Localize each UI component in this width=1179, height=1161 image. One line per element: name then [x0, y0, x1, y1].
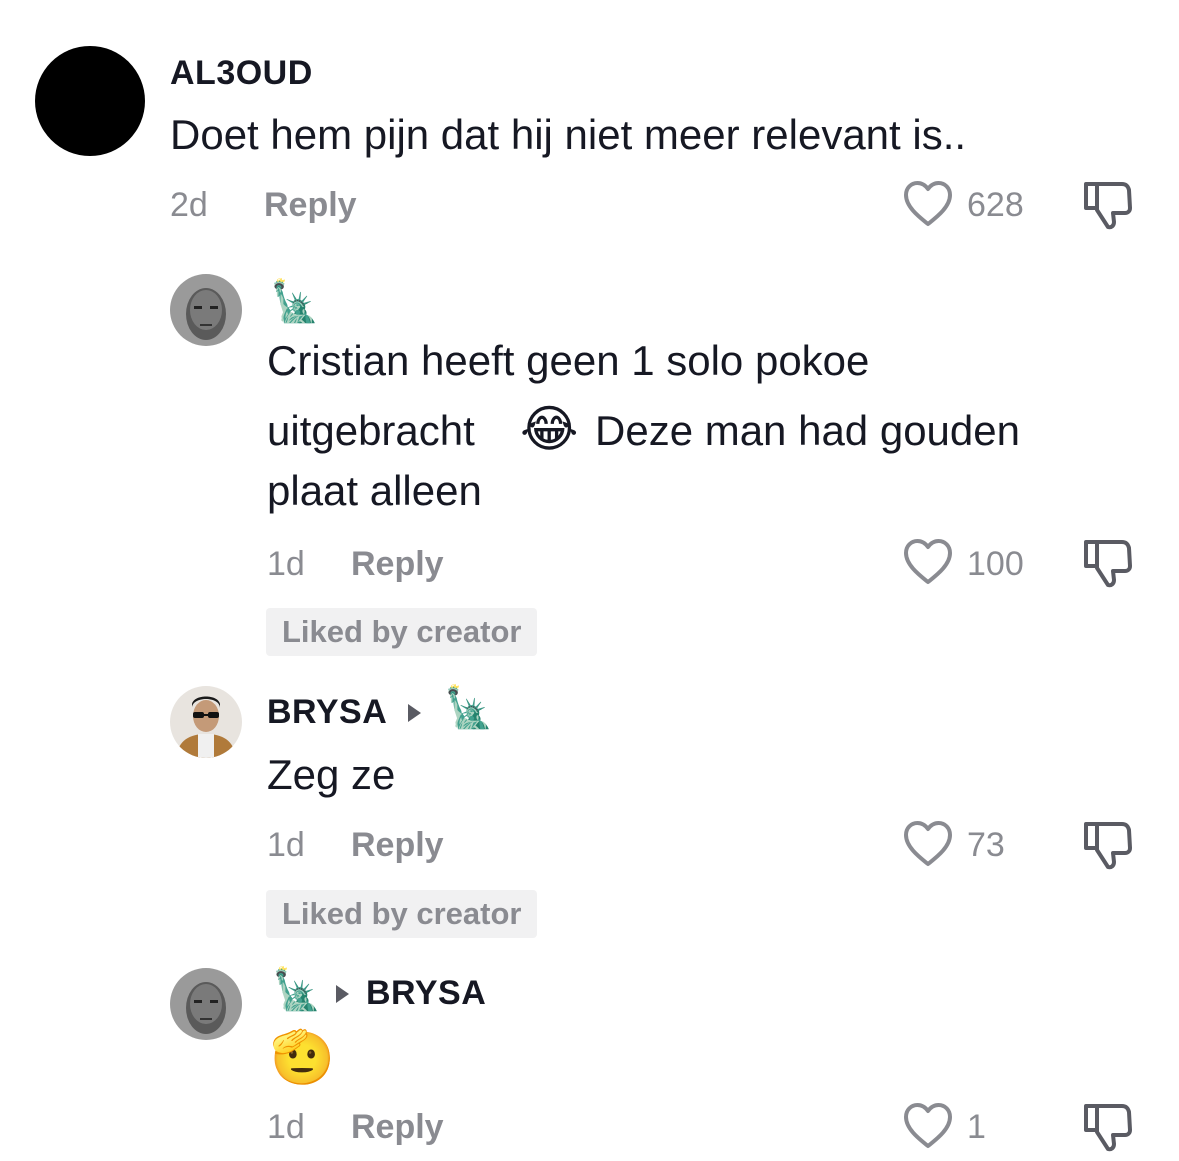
comment-time: 1d [267, 826, 305, 864]
like-count: 73 [967, 826, 1005, 864]
heart-icon[interactable] [902, 820, 954, 868]
comment-text-line: uitgebracht [267, 407, 475, 454]
dislike-icon[interactable] [1082, 818, 1134, 870]
comment-time: 2d [170, 186, 208, 224]
tears-of-joy-emoji: 😂 [520, 400, 579, 458]
like-count: 1 [967, 1108, 986, 1146]
comment-text: Doet hem pijn dat hij niet meer relevant… [170, 111, 967, 158]
reply-arrow-icon [336, 985, 349, 1003]
heart-icon[interactable] [902, 1102, 954, 1150]
saluting-face-emoji: 🫡 [270, 1028, 335, 1088]
reply-button[interactable]: Reply [351, 1108, 444, 1147]
comment-username[interactable]: AL3OUD [170, 54, 313, 93]
comment-text: Zeg ze [267, 751, 396, 798]
heart-icon[interactable] [902, 538, 954, 586]
username-emoji[interactable]: 🗽 [272, 970, 322, 1010]
heart-icon[interactable] [902, 180, 954, 228]
reply-button[interactable]: Reply [351, 545, 444, 584]
liked-by-creator-badge: Liked by creator [266, 890, 538, 938]
dislike-icon[interactable] [1082, 536, 1134, 588]
liked-by-creator-badge: Liked by creator [266, 608, 538, 656]
avatar[interactable] [35, 46, 145, 156]
username-emoji[interactable]: 🗽 [270, 282, 320, 322]
reply-to-username[interactable]: BRYSA [366, 974, 486, 1013]
like-count: 628 [967, 186, 1024, 224]
avatar[interactable] [170, 686, 242, 758]
comment-username[interactable]: BRYSA [267, 693, 387, 732]
reply-arrow-icon [408, 704, 421, 722]
reply-button[interactable]: Reply [264, 186, 357, 225]
comment-text-line: plaat alleen [267, 467, 482, 514]
comment-time: 1d [267, 1108, 305, 1146]
comment-text-line: Cristian heeft geen 1 solo pokoe [267, 337, 870, 384]
avatar[interactable] [170, 274, 242, 346]
dislike-icon[interactable] [1082, 1100, 1134, 1152]
avatar[interactable] [170, 968, 242, 1040]
like-count: 100 [967, 545, 1024, 583]
dislike-icon[interactable] [1082, 178, 1134, 230]
comment-text-line: Deze man had gouden [595, 407, 1020, 454]
comment-time: 1d [267, 545, 305, 583]
reply-button[interactable]: Reply [351, 826, 444, 865]
reply-to-emoji[interactable]: 🗽 [444, 688, 494, 728]
